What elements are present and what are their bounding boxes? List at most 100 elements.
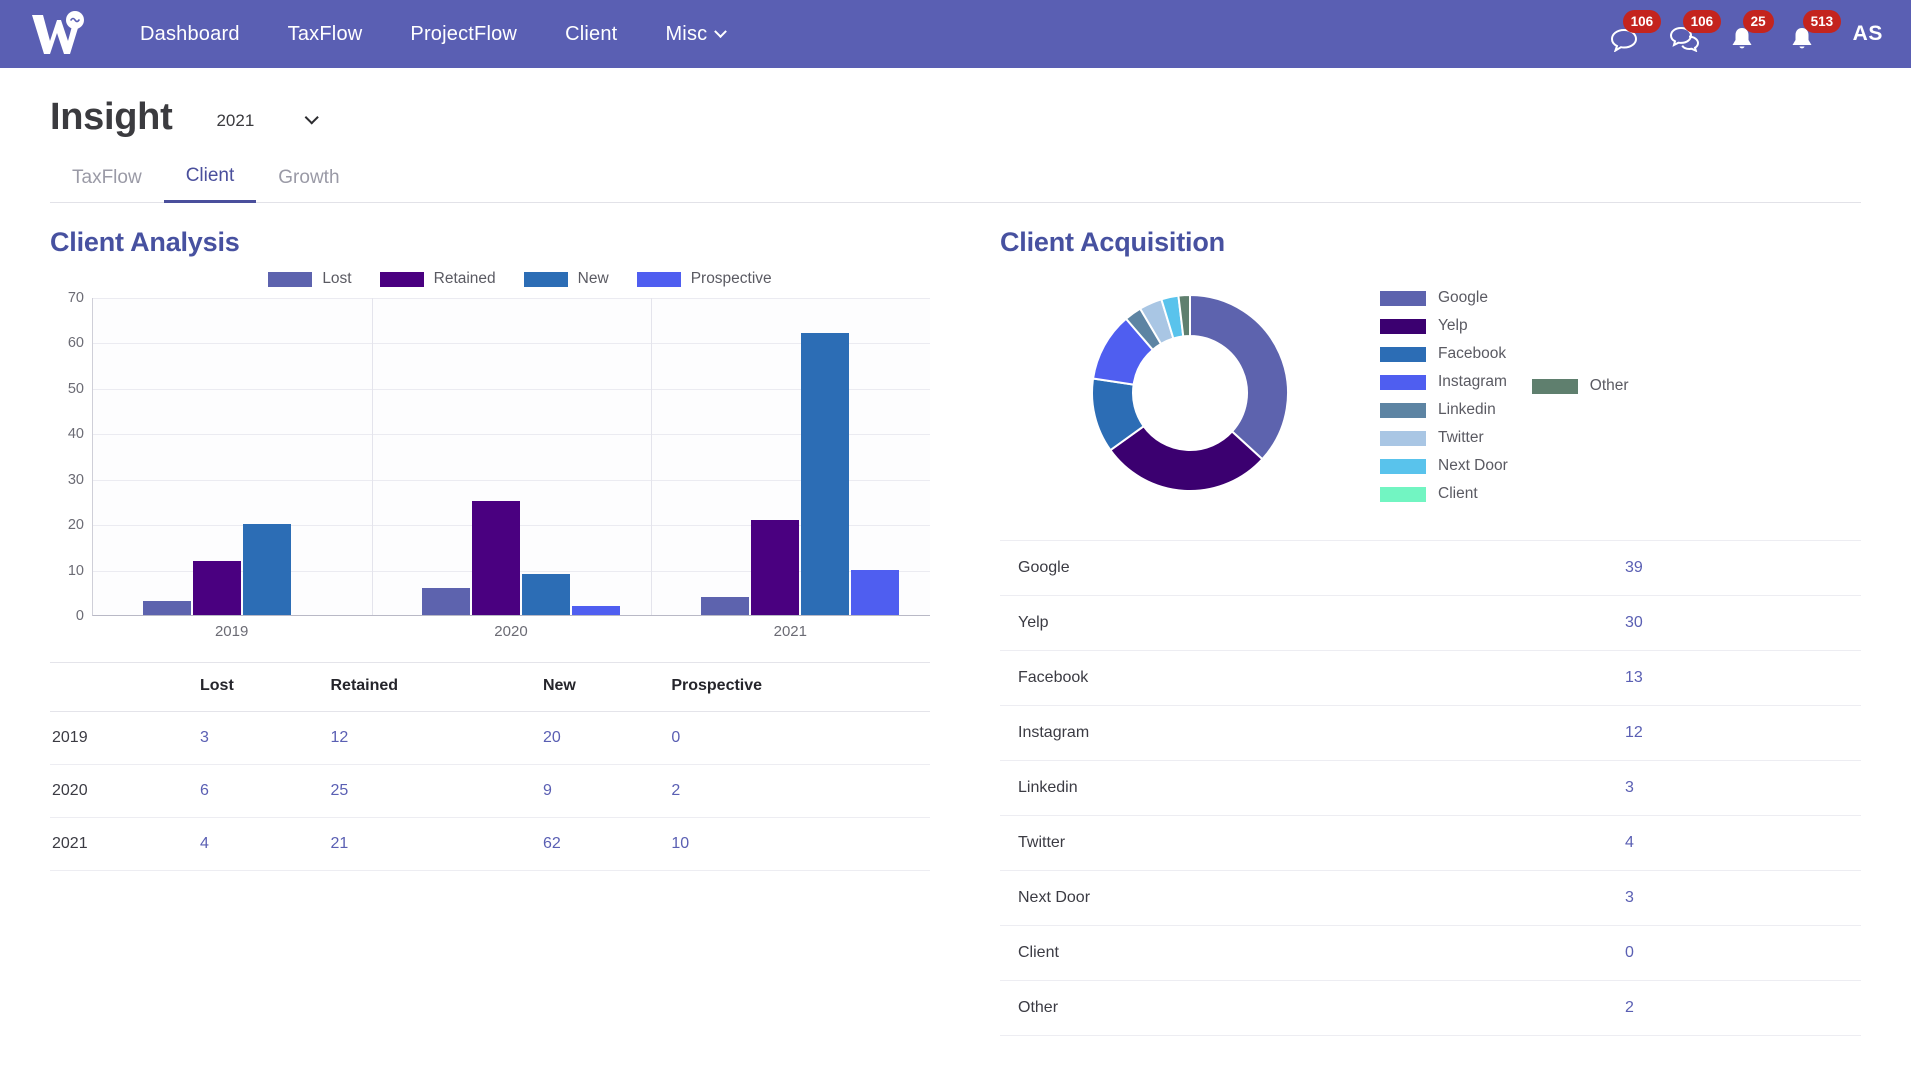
table-row[interactable]: Other2 bbox=[1000, 981, 1861, 1036]
y-axis-tick: 70 bbox=[68, 290, 84, 306]
cell-source-name: Client bbox=[1000, 926, 1611, 981]
legend-label: Client bbox=[1438, 485, 1478, 503]
legend-label: Facebook bbox=[1438, 345, 1506, 363]
nav-item-projectflow[interactable]: ProjectFlow bbox=[386, 13, 541, 56]
conversations-button[interactable]: 106 bbox=[1669, 14, 1703, 54]
cell-year: 2019 bbox=[50, 712, 190, 765]
main-content: Client Analysis Lost Retained New Prosp bbox=[0, 203, 1911, 1036]
legend-label: Yelp bbox=[1438, 317, 1468, 335]
table-row[interactable]: Google39 bbox=[1000, 541, 1861, 596]
nav-item-misc[interactable]: Misc bbox=[641, 13, 749, 56]
donut-legend-item-google[interactable]: Google bbox=[1380, 289, 1508, 307]
cell-retained: 12 bbox=[320, 712, 532, 765]
table-row[interactable]: 2020 6 25 9 2 bbox=[50, 765, 930, 818]
donut-chart-wrap: Google: 39Yelp: 30Facebook: 13Instagram:… bbox=[1000, 268, 1380, 518]
nav-label: TaxFlow bbox=[288, 23, 363, 46]
donut-legend: Google Yelp Facebook Instagram Linkedin Twitt… bbox=[1380, 283, 1629, 503]
donut-chart: Google: 39Yelp: 30Facebook: 13Instagram:… bbox=[1065, 268, 1315, 518]
bar-retained-2021[interactable] bbox=[751, 520, 799, 615]
table-header: Lost Retained New Prospective bbox=[50, 663, 930, 712]
bar-chart-y-axis: 010203040506070 bbox=[50, 298, 92, 616]
nav-item-client[interactable]: Client bbox=[541, 13, 641, 56]
top-navigation-bar: Dashboard TaxFlow ProjectFlow Client Mis… bbox=[0, 0, 1911, 68]
legend-label: Prospective bbox=[691, 270, 772, 288]
table-row[interactable]: Twitter4 bbox=[1000, 816, 1861, 871]
nav-item-dashboard[interactable]: Dashboard bbox=[116, 13, 264, 56]
cell-source-count: 3 bbox=[1611, 761, 1861, 816]
bar-chart-plot-area: 010203040506070 bbox=[50, 298, 930, 616]
donut-slice-google[interactable]: Google: 39 bbox=[1190, 295, 1288, 459]
bar-lost-2020[interactable] bbox=[422, 588, 470, 615]
section-tabs: TaxFlow Client Growth bbox=[50, 157, 1861, 203]
bar-prospective-2021[interactable] bbox=[851, 570, 899, 615]
col-header-year bbox=[50, 663, 190, 712]
donut-legend-column-primary: Google Yelp Facebook Instagram Linkedin Twitt… bbox=[1380, 289, 1508, 503]
table-body: Google39Yelp30Facebook13Instagram12Linke… bbox=[1000, 541, 1861, 1036]
legend-item-retained[interactable]: Retained bbox=[380, 270, 496, 288]
cell-retained: 25 bbox=[320, 765, 532, 818]
legend-label: Linkedin bbox=[1438, 401, 1496, 419]
nav-label: Client bbox=[565, 23, 617, 46]
alerts-button[interactable]: 25 bbox=[1729, 14, 1763, 54]
donut-legend-item-facebook[interactable]: Facebook bbox=[1380, 345, 1508, 363]
y-axis-tick: 30 bbox=[68, 472, 84, 488]
tab-taxflow[interactable]: TaxFlow bbox=[50, 159, 164, 202]
category-separator bbox=[372, 298, 373, 615]
bar-chart-x-axis: 201920202021 bbox=[92, 623, 930, 640]
donut-legend-item-other[interactable]: Other bbox=[1532, 377, 1629, 395]
w-logo-icon bbox=[28, 11, 86, 57]
header-status-area: 106 106 25 513 AS bbox=[1609, 14, 1893, 54]
bar-new-2021[interactable] bbox=[801, 333, 849, 615]
cell-source-count: 39 bbox=[1611, 541, 1861, 596]
bar-lost-2021[interactable] bbox=[701, 597, 749, 615]
bar-retained-2019[interactable] bbox=[193, 561, 241, 616]
col-header-new: New bbox=[533, 663, 661, 712]
bar-prospective-2020[interactable] bbox=[572, 606, 620, 615]
table-row[interactable]: Client0 bbox=[1000, 926, 1861, 981]
bar-retained-2020[interactable] bbox=[472, 501, 520, 615]
tab-client[interactable]: Client bbox=[164, 157, 257, 203]
table-row[interactable]: Facebook13 bbox=[1000, 651, 1861, 706]
user-avatar[interactable]: AS bbox=[1853, 22, 1883, 46]
client-acquisition-chart: Google: 39Yelp: 30Facebook: 13Instagram:… bbox=[1000, 268, 1861, 518]
app-logo[interactable] bbox=[24, 9, 90, 59]
table-row[interactable]: Next Door3 bbox=[1000, 871, 1861, 926]
nav-label: Misc bbox=[665, 23, 707, 46]
donut-legend-item-next-door[interactable]: Next Door bbox=[1380, 457, 1508, 475]
table-row[interactable]: Linkedin3 bbox=[1000, 761, 1861, 816]
cell-year: 2021 bbox=[50, 818, 190, 871]
year-filter-dropdown[interactable]: 2021 bbox=[212, 105, 320, 137]
legend-item-lost[interactable]: Lost bbox=[268, 270, 351, 288]
legend-swatch bbox=[524, 272, 568, 287]
y-axis-tick: 0 bbox=[76, 608, 84, 624]
bar-group-2021 bbox=[651, 298, 930, 615]
legend-item-prospective[interactable]: Prospective bbox=[637, 270, 772, 288]
bar-new-2019[interactable] bbox=[243, 524, 291, 615]
bar-lost-2019[interactable] bbox=[143, 601, 191, 615]
messages-button[interactable]: 106 bbox=[1609, 14, 1643, 54]
donut-legend-item-yelp[interactable]: Yelp bbox=[1380, 317, 1508, 335]
bar-new-2020[interactable] bbox=[522, 574, 570, 615]
cell-source-name: Next Door bbox=[1000, 871, 1611, 926]
table-row[interactable]: Instagram12 bbox=[1000, 706, 1861, 761]
x-axis-label-2019: 2019 bbox=[92, 623, 371, 640]
table-row[interactable]: 2019 3 12 20 0 bbox=[50, 712, 930, 765]
donut-legend-item-client[interactable]: Client bbox=[1380, 485, 1508, 503]
bar-chart-plot bbox=[92, 298, 930, 616]
legend-item-new[interactable]: New bbox=[524, 270, 609, 288]
donut-legend-item-linkedin[interactable]: Linkedin bbox=[1380, 401, 1508, 419]
table-row[interactable]: 2021 4 21 62 10 bbox=[50, 818, 930, 871]
cell-source-name: Twitter bbox=[1000, 816, 1611, 871]
cell-new: 20 bbox=[533, 712, 661, 765]
notifications-button[interactable]: 513 bbox=[1789, 14, 1823, 54]
legend-swatch bbox=[1380, 347, 1426, 362]
table-row[interactable]: Yelp30 bbox=[1000, 596, 1861, 651]
legend-swatch bbox=[1380, 487, 1426, 502]
client-acquisition-heading: Client Acquisition bbox=[1000, 227, 1861, 258]
tab-growth[interactable]: Growth bbox=[256, 159, 361, 202]
donut-legend-item-instagram[interactable]: Instagram bbox=[1380, 373, 1508, 391]
legend-swatch bbox=[1380, 403, 1426, 418]
donut-legend-column-secondary: Other bbox=[1532, 289, 1629, 395]
nav-item-taxflow[interactable]: TaxFlow bbox=[264, 13, 387, 56]
donut-legend-item-twitter[interactable]: Twitter bbox=[1380, 429, 1508, 447]
